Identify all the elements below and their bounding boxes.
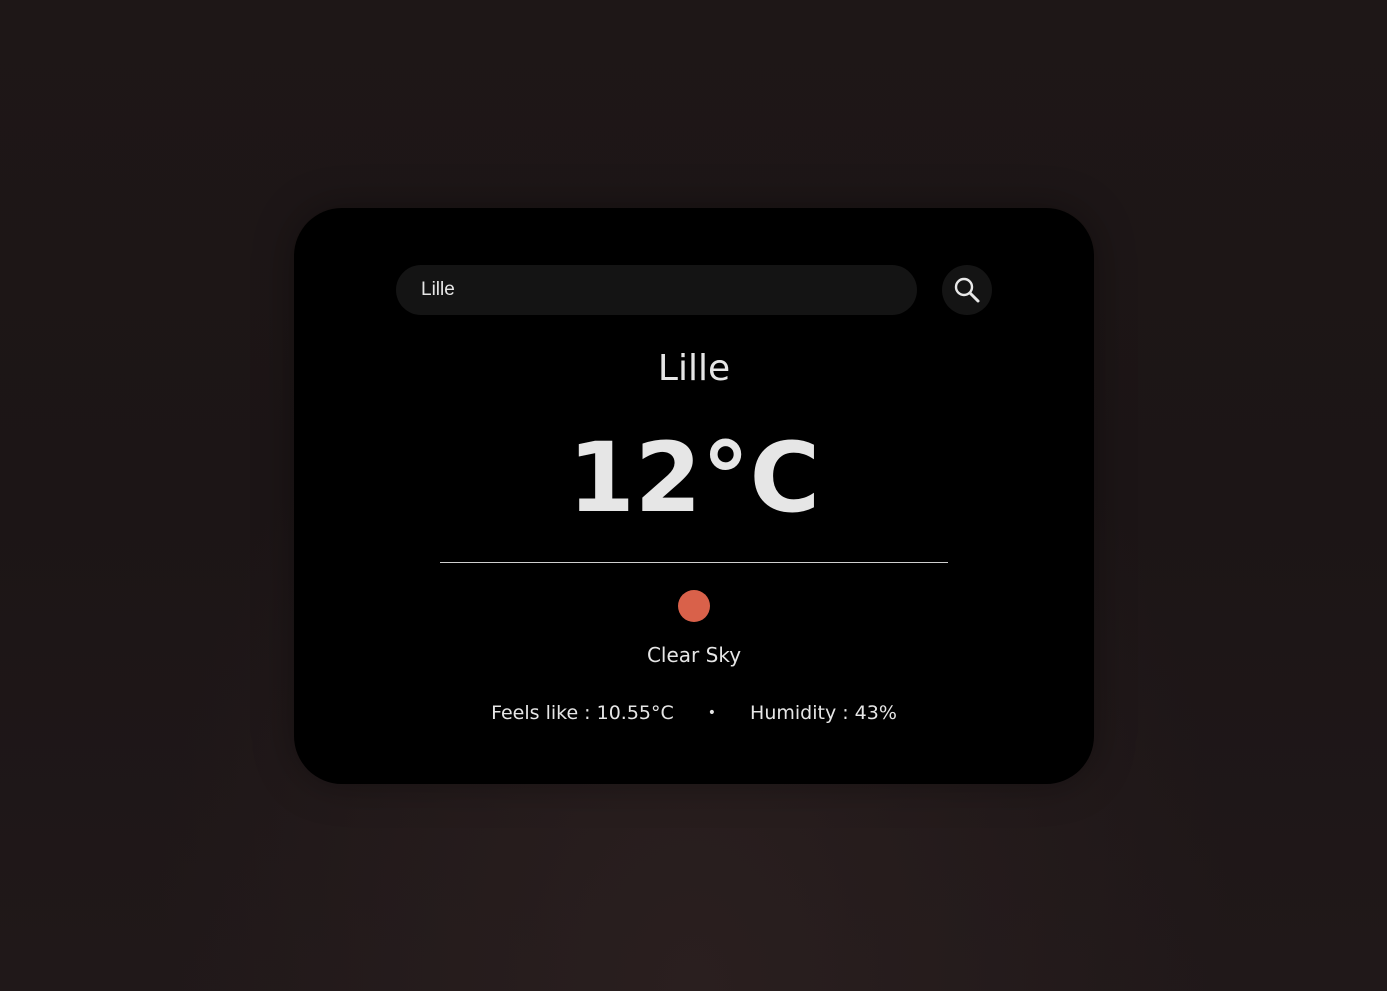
search-input[interactable] <box>396 265 917 315</box>
divider <box>440 562 948 563</box>
sun-icon <box>678 590 710 622</box>
weather-card: Lille 12°C Clear Sky Feels like : 10.55°… <box>294 208 1094 784</box>
temperature: 12°C <box>567 422 821 534</box>
search-icon <box>954 277 980 303</box>
humidity: Humidity : 43% <box>750 702 897 724</box>
city-name: Lille <box>657 348 731 389</box>
weather-details: Feels like : 10.55°C • Humidity : 43% <box>294 702 1094 724</box>
details-separator: • <box>707 705 717 721</box>
search-bar <box>396 265 917 315</box>
search-button[interactable] <box>942 265 992 315</box>
weather-condition: Clear Sky <box>646 643 742 667</box>
feels-like: Feels like : 10.55°C <box>491 702 674 724</box>
